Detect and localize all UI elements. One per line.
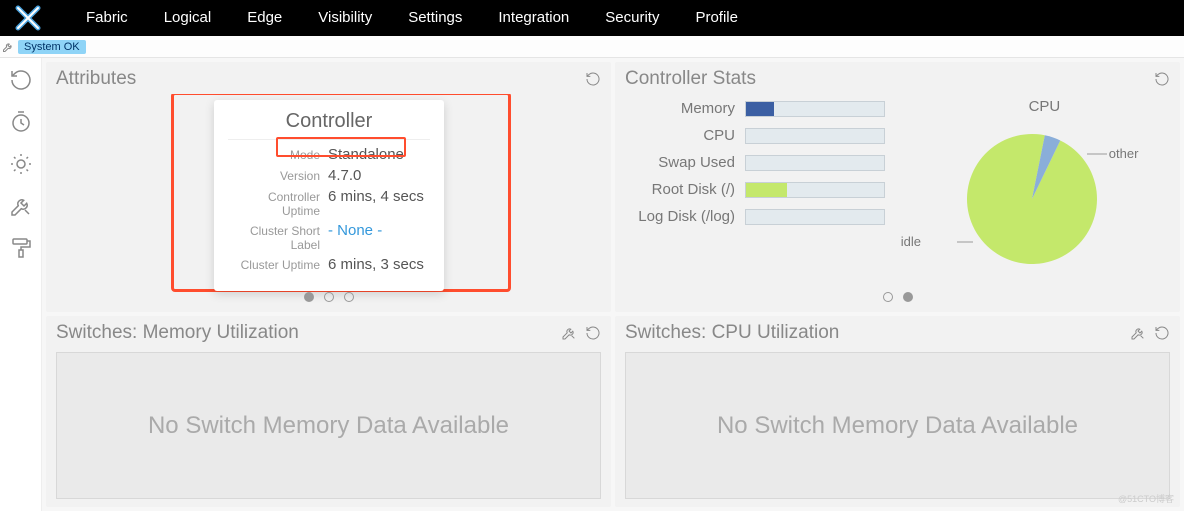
pie-label-other: other <box>1109 146 1139 161</box>
bar-label: Root Disk (/) <box>615 181 745 198</box>
bar-track <box>745 155 885 171</box>
sidebar <box>0 58 42 511</box>
switches-cpu-panel: Switches: CPU Utilization No Switch Memo… <box>615 316 1180 507</box>
pie-chart <box>957 124 1107 274</box>
stat-bars: Memory CPU Swap Used Root Disk (/) Log Disk … <box>615 94 909 312</box>
switches-memory-panel: Switches: Memory Utilization No Switch M… <box>46 316 611 507</box>
attr-value: 6 mins, 3 secs <box>328 256 424 273</box>
tools-icon[interactable] <box>1130 325 1146 341</box>
pager-dot[interactable] <box>344 292 354 302</box>
bar-fill <box>746 102 774 116</box>
bar-row: Swap Used <box>615 154 905 171</box>
controller-card: Controller ModeStandaloneVersion4.7.0Con… <box>214 100 444 291</box>
mode-highlight <box>276 137 406 157</box>
refresh-icon[interactable] <box>585 325 601 341</box>
attr-label: Cluster Short Label <box>228 224 328 252</box>
empty-message: No Switch Memory Data Available <box>148 412 509 440</box>
refresh-icon[interactable] <box>1154 71 1170 87</box>
tools-icon[interactable] <box>7 192 35 220</box>
nav-logical[interactable]: Logical <box>146 0 230 36</box>
attributes-panel: Attributes Controller ModeStandaloneVers… <box>46 62 611 312</box>
wrench-icon[interactable] <box>2 41 14 53</box>
bar-row: CPU <box>615 127 905 144</box>
panel-title: Switches: CPU Utilization <box>625 322 839 344</box>
app-logo[interactable] <box>12 2 44 34</box>
nav-visibility[interactable]: Visibility <box>300 0 390 36</box>
attr-row: Cluster Short Label- None - <box>228 222 430 252</box>
pager-dot[interactable] <box>903 292 913 302</box>
panel-title: Controller Stats <box>625 68 756 90</box>
attr-row: Version4.7.0 <box>228 167 430 184</box>
refresh-icon[interactable] <box>7 66 35 94</box>
bar-row: Log Disk (/log) <box>615 208 905 225</box>
bar-row: Root Disk (/) <box>615 181 905 198</box>
bar-track <box>745 128 885 144</box>
panel-title: Switches: Memory Utilization <box>56 322 299 344</box>
bar-track <box>745 209 885 225</box>
attr-value: 6 mins, 4 secs <box>328 188 424 205</box>
panel-title: Attributes <box>56 68 136 90</box>
cpu-pie: CPU idle other <box>909 94 1180 312</box>
top-nav: Fabric Logical Edge Visibility Settings … <box>0 0 1184 36</box>
empty-message: No Switch Memory Data Available <box>717 412 1078 440</box>
refresh-icon[interactable] <box>585 71 601 87</box>
attr-row: Controller Uptime6 mins, 4 secs <box>228 188 430 218</box>
nav-profile[interactable]: Profile <box>677 0 756 36</box>
card-title: Controller <box>228 110 430 140</box>
bar-label: CPU <box>615 127 745 144</box>
nav-security[interactable]: Security <box>587 0 677 36</box>
pager-dot[interactable] <box>883 292 893 302</box>
pager-dot[interactable] <box>304 292 314 302</box>
refresh-icon[interactable] <box>1154 325 1170 341</box>
attr-label: Version <box>228 169 328 183</box>
bar-track <box>745 101 885 117</box>
pager-dots <box>615 292 1180 302</box>
attr-label: Controller Uptime <box>228 190 328 218</box>
bar-fill <box>746 183 787 197</box>
bar-label: Memory <box>615 100 745 117</box>
timer-icon[interactable] <box>7 108 35 136</box>
pie-label-idle: idle <box>901 234 921 249</box>
bar-label: Swap Used <box>615 154 745 171</box>
nav-fabric[interactable]: Fabric <box>68 0 146 36</box>
pie-title: CPU <box>909 98 1180 115</box>
bar-row: Memory <box>615 100 905 117</box>
attr-value: 4.7.0 <box>328 167 361 184</box>
attr-value[interactable]: - None - <box>328 222 382 239</box>
sun-icon[interactable] <box>7 150 35 178</box>
attr-row: Cluster Uptime6 mins, 3 secs <box>228 256 430 273</box>
paint-roller-icon[interactable] <box>7 234 35 262</box>
status-badge[interactable]: System OK <box>18 40 86 54</box>
status-bar: System OK <box>0 36 1184 58</box>
nav-settings[interactable]: Settings <box>390 0 480 36</box>
bar-label: Log Disk (/log) <box>615 208 745 225</box>
bar-track <box>745 182 885 198</box>
pager-dot[interactable] <box>324 292 334 302</box>
nav-integration[interactable]: Integration <box>480 0 587 36</box>
attr-label: Cluster Uptime <box>228 258 328 272</box>
pager-dots <box>46 292 611 302</box>
tools-icon[interactable] <box>561 325 577 341</box>
nav-edge[interactable]: Edge <box>229 0 300 36</box>
watermark: @51CTO博客 <box>1118 492 1174 505</box>
controller-stats-panel: Controller Stats Memory CPU Swap Used Root … <box>615 62 1180 312</box>
